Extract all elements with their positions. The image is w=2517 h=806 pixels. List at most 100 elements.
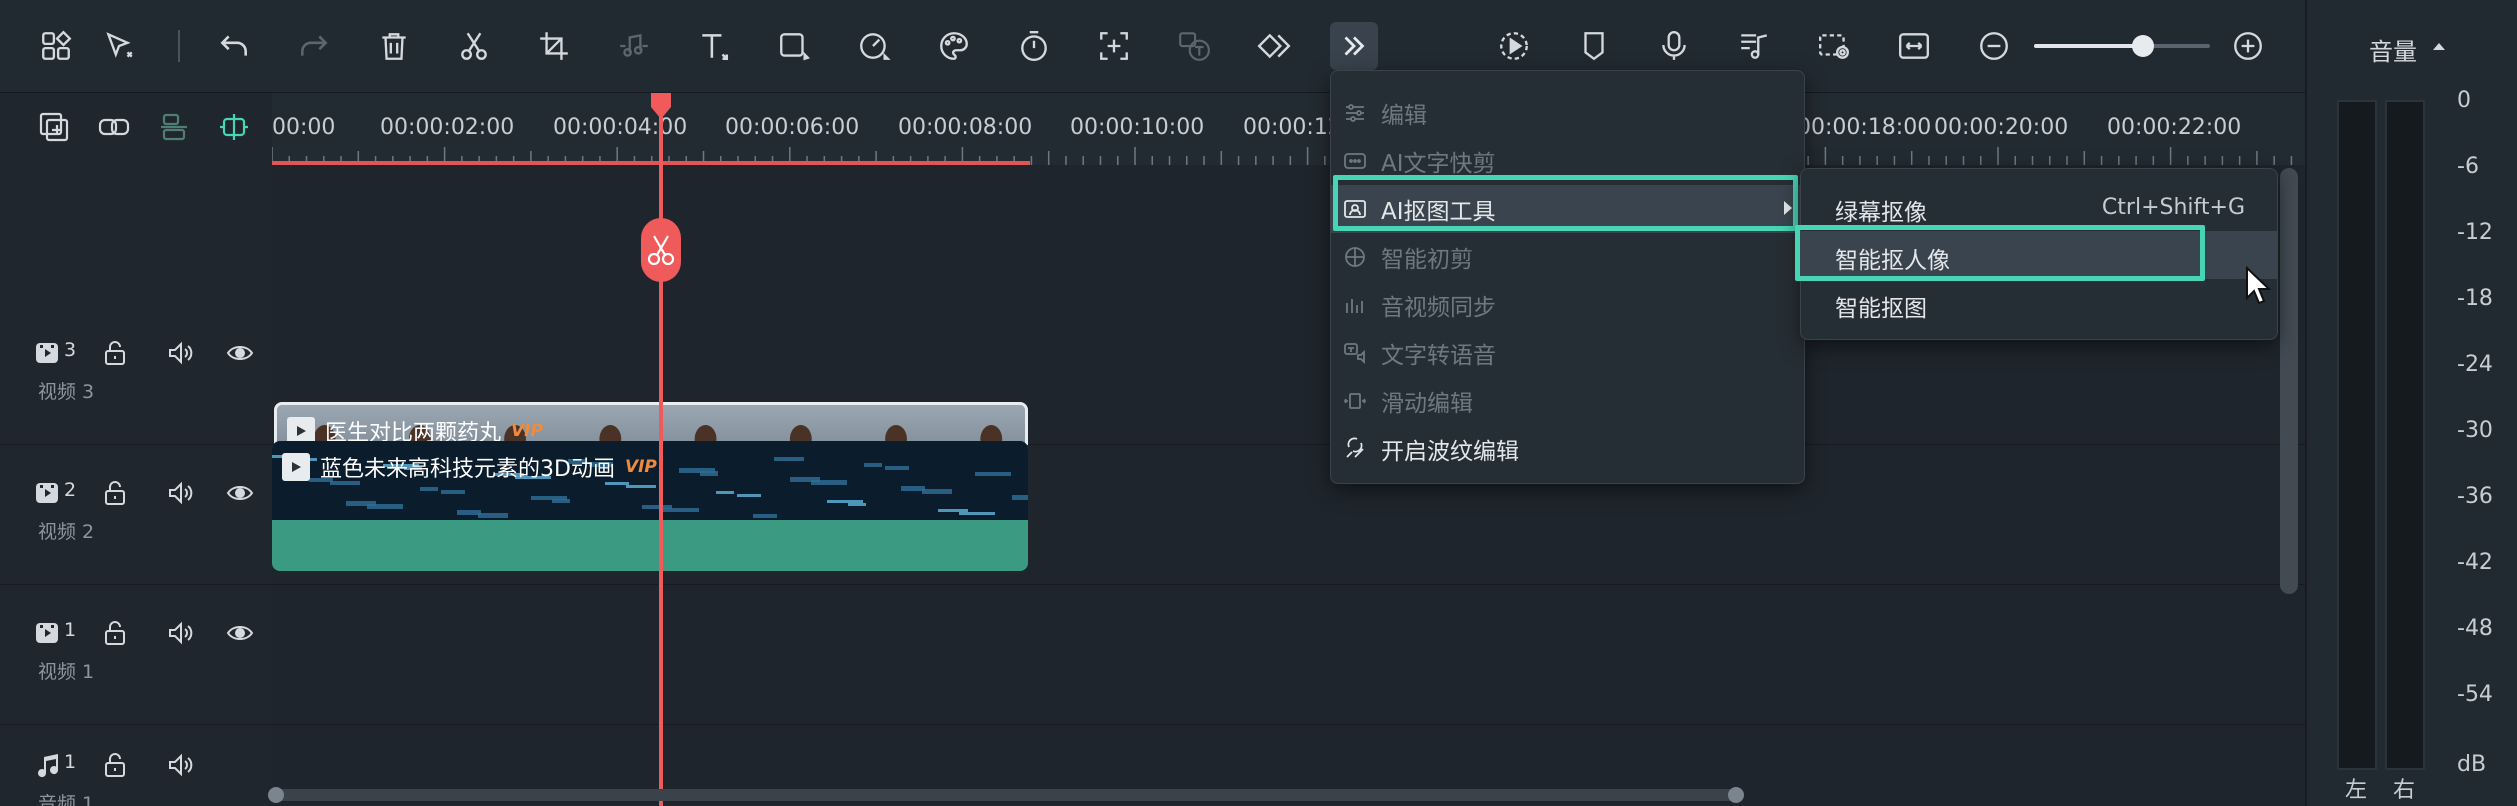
playhead-line[interactable] — [659, 93, 663, 806]
preview-toggle-icon[interactable] — [1810, 22, 1858, 70]
channel-left-label: 左 — [2345, 778, 2368, 803]
scrollbar-end-handle[interactable] — [1728, 787, 1744, 803]
track-name: 视频 1 — [38, 661, 95, 683]
lock-icon[interactable] — [97, 335, 133, 371]
split-scissors-icon[interactable] — [450, 22, 498, 70]
add-marker-frame-icon[interactable] — [1090, 22, 1138, 70]
delete-icon[interactable] — [370, 22, 418, 70]
crop-icon[interactable] — [530, 22, 578, 70]
time-ruler[interactable]: 00:00 00:00:02:00 00:00:04:00 00:00:06:0… — [272, 93, 2305, 165]
eye-icon[interactable] — [222, 335, 258, 371]
thumbnail-glyph — [420, 487, 438, 491]
more-tools-icon[interactable] — [1330, 22, 1378, 70]
db-label: -48 — [2457, 616, 2493, 641]
menu-item-label: 编辑 — [1381, 103, 1427, 129]
speaker-icon[interactable] — [162, 747, 198, 783]
more-tools-menu: 编辑 AI文字快剪 AI抠图工具 智能初剪 音视频同步 文字转语音 滑动编辑 开… — [1330, 70, 1805, 484]
ai-text-icon — [1170, 22, 1218, 70]
film-smart-icon — [1341, 243, 1369, 271]
lock-icon[interactable] — [97, 615, 133, 651]
speaker-icon[interactable] — [162, 475, 198, 511]
speed-icon[interactable] — [850, 22, 898, 70]
select-tool-icon[interactable] — [95, 22, 143, 70]
db-label: -6 — [2457, 154, 2479, 179]
text-tool-icon[interactable] — [690, 22, 738, 70]
keyframe-icon[interactable] — [1250, 22, 1298, 70]
ruler-label: 00:00:06:00 — [725, 115, 860, 140]
marker-icon[interactable] — [1570, 22, 1618, 70]
lock-icon[interactable] — [97, 747, 133, 783]
meter-title[interactable]: 音量 — [2369, 32, 2417, 67]
submenu-item-chroma-key[interactable]: 绿幕抠像 Ctrl+Shift+G — [1801, 183, 2277, 231]
microphone-icon[interactable] — [1650, 22, 1698, 70]
redo-icon — [290, 22, 338, 70]
horizontal-scrollbar[interactable] — [268, 787, 1744, 803]
ruler-label: 00:00:08:00 — [898, 115, 1033, 140]
eye-icon[interactable] — [222, 475, 258, 511]
audio-meter-panel: 音量 0 -6 -12 -18 -24 -30 -36 -42 -48 -54 … — [2305, 0, 2517, 806]
thumbnail-glyph — [959, 512, 995, 515]
playhead-split-button[interactable] — [641, 218, 681, 282]
clip-label: 蓝色未来高科技元素的3D动画 VIP — [282, 451, 657, 483]
submenu-item-label: 智能抠图 — [1835, 296, 1927, 322]
thumbnail-glyph — [885, 466, 909, 470]
track-header: 3 视频 3 — [0, 305, 272, 444]
shape-tool-icon[interactable] — [770, 22, 818, 70]
toolbar-divider — [178, 30, 180, 62]
caret-up-icon[interactable] — [2433, 43, 2445, 50]
ruler-label: 00:00:20:00 — [1934, 115, 2069, 140]
menu-item-av-sync: 音视频同步 — [1331, 281, 1804, 329]
audio-track-icon[interactable] — [1730, 22, 1778, 70]
playhead-handle[interactable] — [649, 93, 673, 119]
meter-bar-left — [2337, 100, 2377, 770]
thumbnail-glyph — [922, 489, 952, 494]
color-palette-icon[interactable] — [930, 22, 978, 70]
zoom-slider-track[interactable] — [2034, 44, 2210, 48]
video-track-icon — [30, 335, 66, 371]
vertical-scrollbar[interactable] — [2280, 168, 2298, 594]
video-clip-tech[interactable]: 蓝色未来高科技元素的3D动画 VIP — [272, 441, 1028, 571]
link-clips-icon[interactable] — [94, 107, 134, 147]
thumbnail-glyph — [441, 490, 465, 494]
zoom-slider-fill — [2034, 44, 2144, 48]
duration-timer-icon[interactable] — [1010, 22, 1058, 70]
add-track-icon[interactable] — [34, 107, 74, 147]
menu-item-label: AI文字快剪 — [1381, 151, 1496, 177]
track-number: 1 — [64, 751, 77, 773]
track-lane[interactable] — [272, 585, 2282, 724]
menu-item-ripple-edit[interactable]: 开启波纹编辑 — [1331, 425, 1804, 473]
zoom-out-icon[interactable] — [1970, 22, 2018, 70]
fit-timeline-icon[interactable] — [1890, 22, 1938, 70]
render-preview-icon[interactable] — [1490, 22, 1538, 70]
scrollbar-start-handle[interactable] — [268, 787, 284, 803]
track-lane[interactable]: 蓝色未来高科技元素的3D动画 VIP — [272, 441, 2282, 584]
zoom-in-icon[interactable] — [2224, 22, 2272, 70]
eye-icon[interactable] — [222, 615, 258, 651]
undo-icon[interactable] — [210, 22, 258, 70]
menu-item-slide-edit: 滑动编辑 — [1331, 377, 1804, 425]
scissors-icon — [647, 235, 675, 266]
speaker-icon[interactable] — [162, 335, 198, 371]
magnetic-snap-icon[interactable] — [214, 107, 254, 147]
audio-mark-icon — [610, 22, 658, 70]
thumbnail-glyph — [663, 508, 699, 512]
db-label: -12 — [2457, 220, 2493, 245]
track-header: 1 音频 1 — [0, 725, 272, 806]
speaker-icon[interactable] — [162, 615, 198, 651]
clip-title: 蓝色未来高科技元素的3D动画 — [320, 457, 615, 482]
menu-item-label: 智能初剪 — [1381, 247, 1473, 273]
submenu-item-smart-cutout[interactable]: 智能抠图 — [1801, 279, 2277, 327]
lock-icon[interactable] — [97, 475, 133, 511]
thumbnail-glyph — [753, 514, 777, 518]
thumbnail-glyph — [457, 510, 481, 515]
zoom-slider-handle[interactable] — [2132, 35, 2155, 57]
track-video-1: 1 视频 1 — [0, 585, 2305, 725]
db-unit-label: dB — [2457, 752, 2487, 777]
menu-item-text-to-speech: 文字转语音 — [1331, 329, 1804, 377]
thumbnail-glyph — [938, 509, 968, 512]
track-name: 视频 2 — [38, 521, 95, 543]
track-name: 视频 3 — [38, 381, 95, 403]
meter-bar-right — [2385, 100, 2425, 770]
menu-item-label: 开启波纹编辑 — [1381, 439, 1519, 465]
layout-icon[interactable] — [32, 22, 80, 70]
